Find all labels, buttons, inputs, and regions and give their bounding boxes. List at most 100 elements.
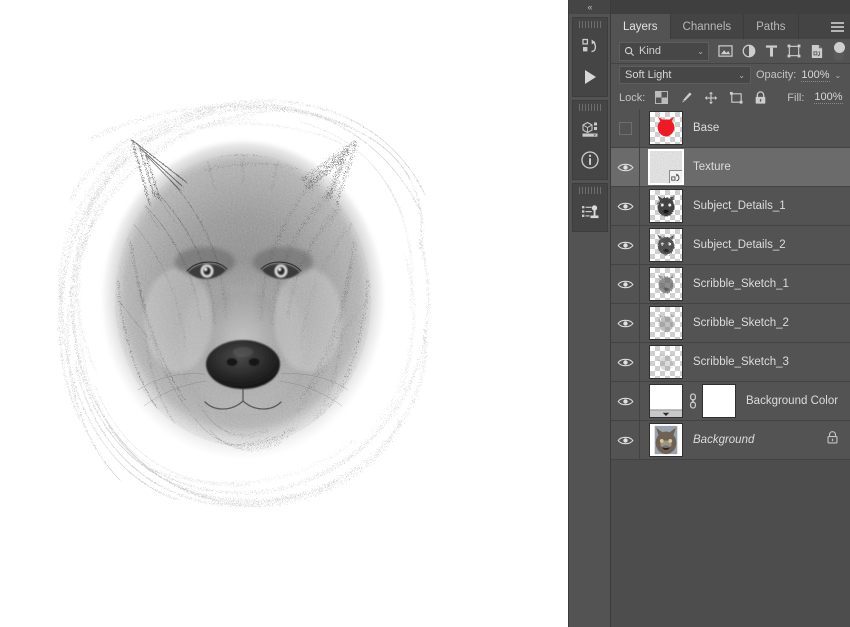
dock-group-properties: [571, 183, 608, 232]
layer-visibility-toggle[interactable]: [611, 382, 640, 420]
opacity-chevron-down-icon[interactable]: ⌄: [835, 71, 842, 80]
layer-visibility-toggle[interactable]: [611, 265, 640, 303]
tab-layers[interactable]: Layers: [611, 14, 671, 39]
mid-sketch-wolf: [658, 274, 674, 294]
lock-artboard-nesting-icon[interactable]: [729, 91, 743, 105]
layer-thumbnails: [640, 189, 683, 223]
tab-bar-filler: [798, 14, 824, 39]
layer-thumbnail[interactable]: [648, 149, 684, 185]
play-icon[interactable]: [574, 61, 606, 92]
table-row[interactable]: Texture: [611, 148, 850, 187]
layer-thumbnail[interactable]: [649, 228, 683, 262]
smart-object-filter-icon[interactable]: [810, 44, 824, 59]
properties-panel-icon[interactable]: [574, 196, 606, 227]
lock-icon: [826, 431, 839, 450]
actions-panel-icon[interactable]: [574, 30, 606, 61]
layer-name[interactable]: Subject_Details_1: [693, 200, 786, 212]
layer-thumbnail[interactable]: [649, 345, 683, 379]
layer-list[interactable]: Base Texture Subject_Details_1 Subject_D…: [611, 109, 850, 627]
table-row[interactable]: Base: [611, 109, 850, 148]
eye-visible-icon: [617, 397, 633, 405]
opacity-label: Opacity:: [756, 69, 797, 81]
chevron-down-icon: ⌄: [738, 70, 745, 80]
layer-mask-thumbnail[interactable]: [702, 384, 736, 418]
panel-drag-grip[interactable]: [578, 104, 601, 111]
filter-type-icons: [718, 44, 824, 59]
layer-thumbnail[interactable]: [649, 423, 683, 457]
table-row[interactable]: Scribble_Sketch_3: [611, 343, 850, 382]
layer-thumbnails: [640, 384, 736, 418]
mask-link-icon[interactable]: [687, 393, 698, 409]
collapse-panels-button[interactable]: «: [568, 0, 611, 14]
lock-row: Lock: Fill: 100%: [611, 86, 850, 109]
panel-drag-grip[interactable]: [578, 187, 601, 194]
eye-visible-icon: [617, 319, 633, 327]
opacity-value[interactable]: 100%: [801, 69, 830, 82]
layer-name[interactable]: Scribble_Sketch_2: [693, 317, 789, 329]
info-panel-icon[interactable]: [574, 144, 606, 175]
layer-visibility-toggle[interactable]: [611, 343, 640, 381]
3d-panel-icon[interactable]: [574, 113, 606, 144]
chevron-down-icon: ⌄: [697, 46, 704, 56]
lock-position-icon[interactable]: [704, 91, 718, 105]
filter-kind-select[interactable]: Kind ⌄: [619, 41, 709, 61]
layer-name[interactable]: Texture: [693, 161, 731, 173]
layer-visibility-toggle[interactable]: [611, 148, 640, 186]
layer-thumbnail[interactable]: [649, 189, 683, 223]
layer-visibility-toggle[interactable]: [611, 304, 640, 342]
adjustment-layer-filter-icon[interactable]: [742, 44, 756, 58]
dark-sketch-wolf: [657, 195, 675, 217]
eye-visible-icon: [617, 241, 633, 249]
table-row[interactable]: Scribble_Sketch_1: [611, 265, 850, 304]
smart-object-badge-icon: [669, 170, 682, 183]
search-icon: [624, 46, 635, 56]
fill-label: Fill:: [787, 91, 805, 104]
filter-kind-label: Kind: [639, 45, 662, 57]
lock-all-icon[interactable]: [754, 90, 767, 105]
table-row[interactable]: Background: [611, 421, 850, 460]
faint-sketch-wolf: [658, 353, 674, 371]
layer-thumbnail[interactable]: [649, 306, 683, 340]
blend-mode-value: Soft Light: [625, 69, 672, 81]
layer-thumbnails: [640, 228, 683, 262]
layer-thumbnail[interactable]: [649, 267, 683, 301]
photoshop-window: « Layers Channels Paths Kind ⌄ Soft Ligh…: [0, 0, 850, 627]
layer-name[interactable]: Subject_Details_2: [693, 239, 786, 251]
type-layer-filter-icon[interactable]: [765, 44, 778, 58]
layer-visibility-toggle[interactable]: [611, 226, 640, 264]
panel-menu-button[interactable]: [824, 14, 850, 39]
blend-mode-select[interactable]: Soft Light ⌄: [619, 66, 751, 84]
hamburger-menu-icon: [830, 21, 844, 32]
layer-thumbnail[interactable]: [649, 111, 683, 145]
table-row[interactable]: Scribble_Sketch_2: [611, 304, 850, 343]
pixel-layer-filter-icon[interactable]: [718, 44, 733, 58]
layer-name[interactable]: Base: [693, 122, 719, 134]
filter-enable-toggle[interactable]: [834, 41, 845, 61]
table-row[interactable]: Subject_Details_1: [611, 187, 850, 226]
shape-layer-filter-icon[interactable]: [787, 44, 801, 58]
layer-visibility-toggle[interactable]: [611, 109, 640, 147]
layer-name[interactable]: Scribble_Sketch_3: [693, 356, 789, 368]
layer-name[interactable]: Background: [693, 434, 754, 446]
layer-visibility-toggle[interactable]: [611, 187, 640, 225]
eye-visible-icon: [617, 358, 633, 366]
white-gradient-fill: [650, 385, 682, 417]
fill-layer-thumbnail[interactable]: [649, 384, 683, 418]
layer-visibility-toggle[interactable]: [611, 421, 640, 459]
panel-drag-grip[interactable]: [578, 21, 601, 28]
tab-channels[interactable]: Channels: [670, 14, 745, 39]
lock-image-pixels-icon[interactable]: [679, 91, 693, 105]
table-row[interactable]: Subject_Details_2: [611, 226, 850, 265]
layer-name[interactable]: Scribble_Sketch_1: [693, 278, 789, 290]
eye-visible-icon: [617, 436, 633, 444]
layer-filter-row: Kind ⌄: [611, 39, 850, 64]
table-row[interactable]: Background Color: [611, 382, 850, 421]
layer-name[interactable]: Background Color: [746, 395, 838, 407]
layer-thumbnails: [640, 149, 684, 185]
fill-value[interactable]: 100%: [814, 91, 843, 104]
panel-titlebar[interactable]: [611, 0, 850, 14]
canvas-area[interactable]: [0, 0, 568, 627]
layer-thumbnails: [640, 345, 683, 379]
lock-transparent-pixels-icon[interactable]: [655, 91, 669, 104]
tab-paths[interactable]: Paths: [744, 14, 799, 39]
